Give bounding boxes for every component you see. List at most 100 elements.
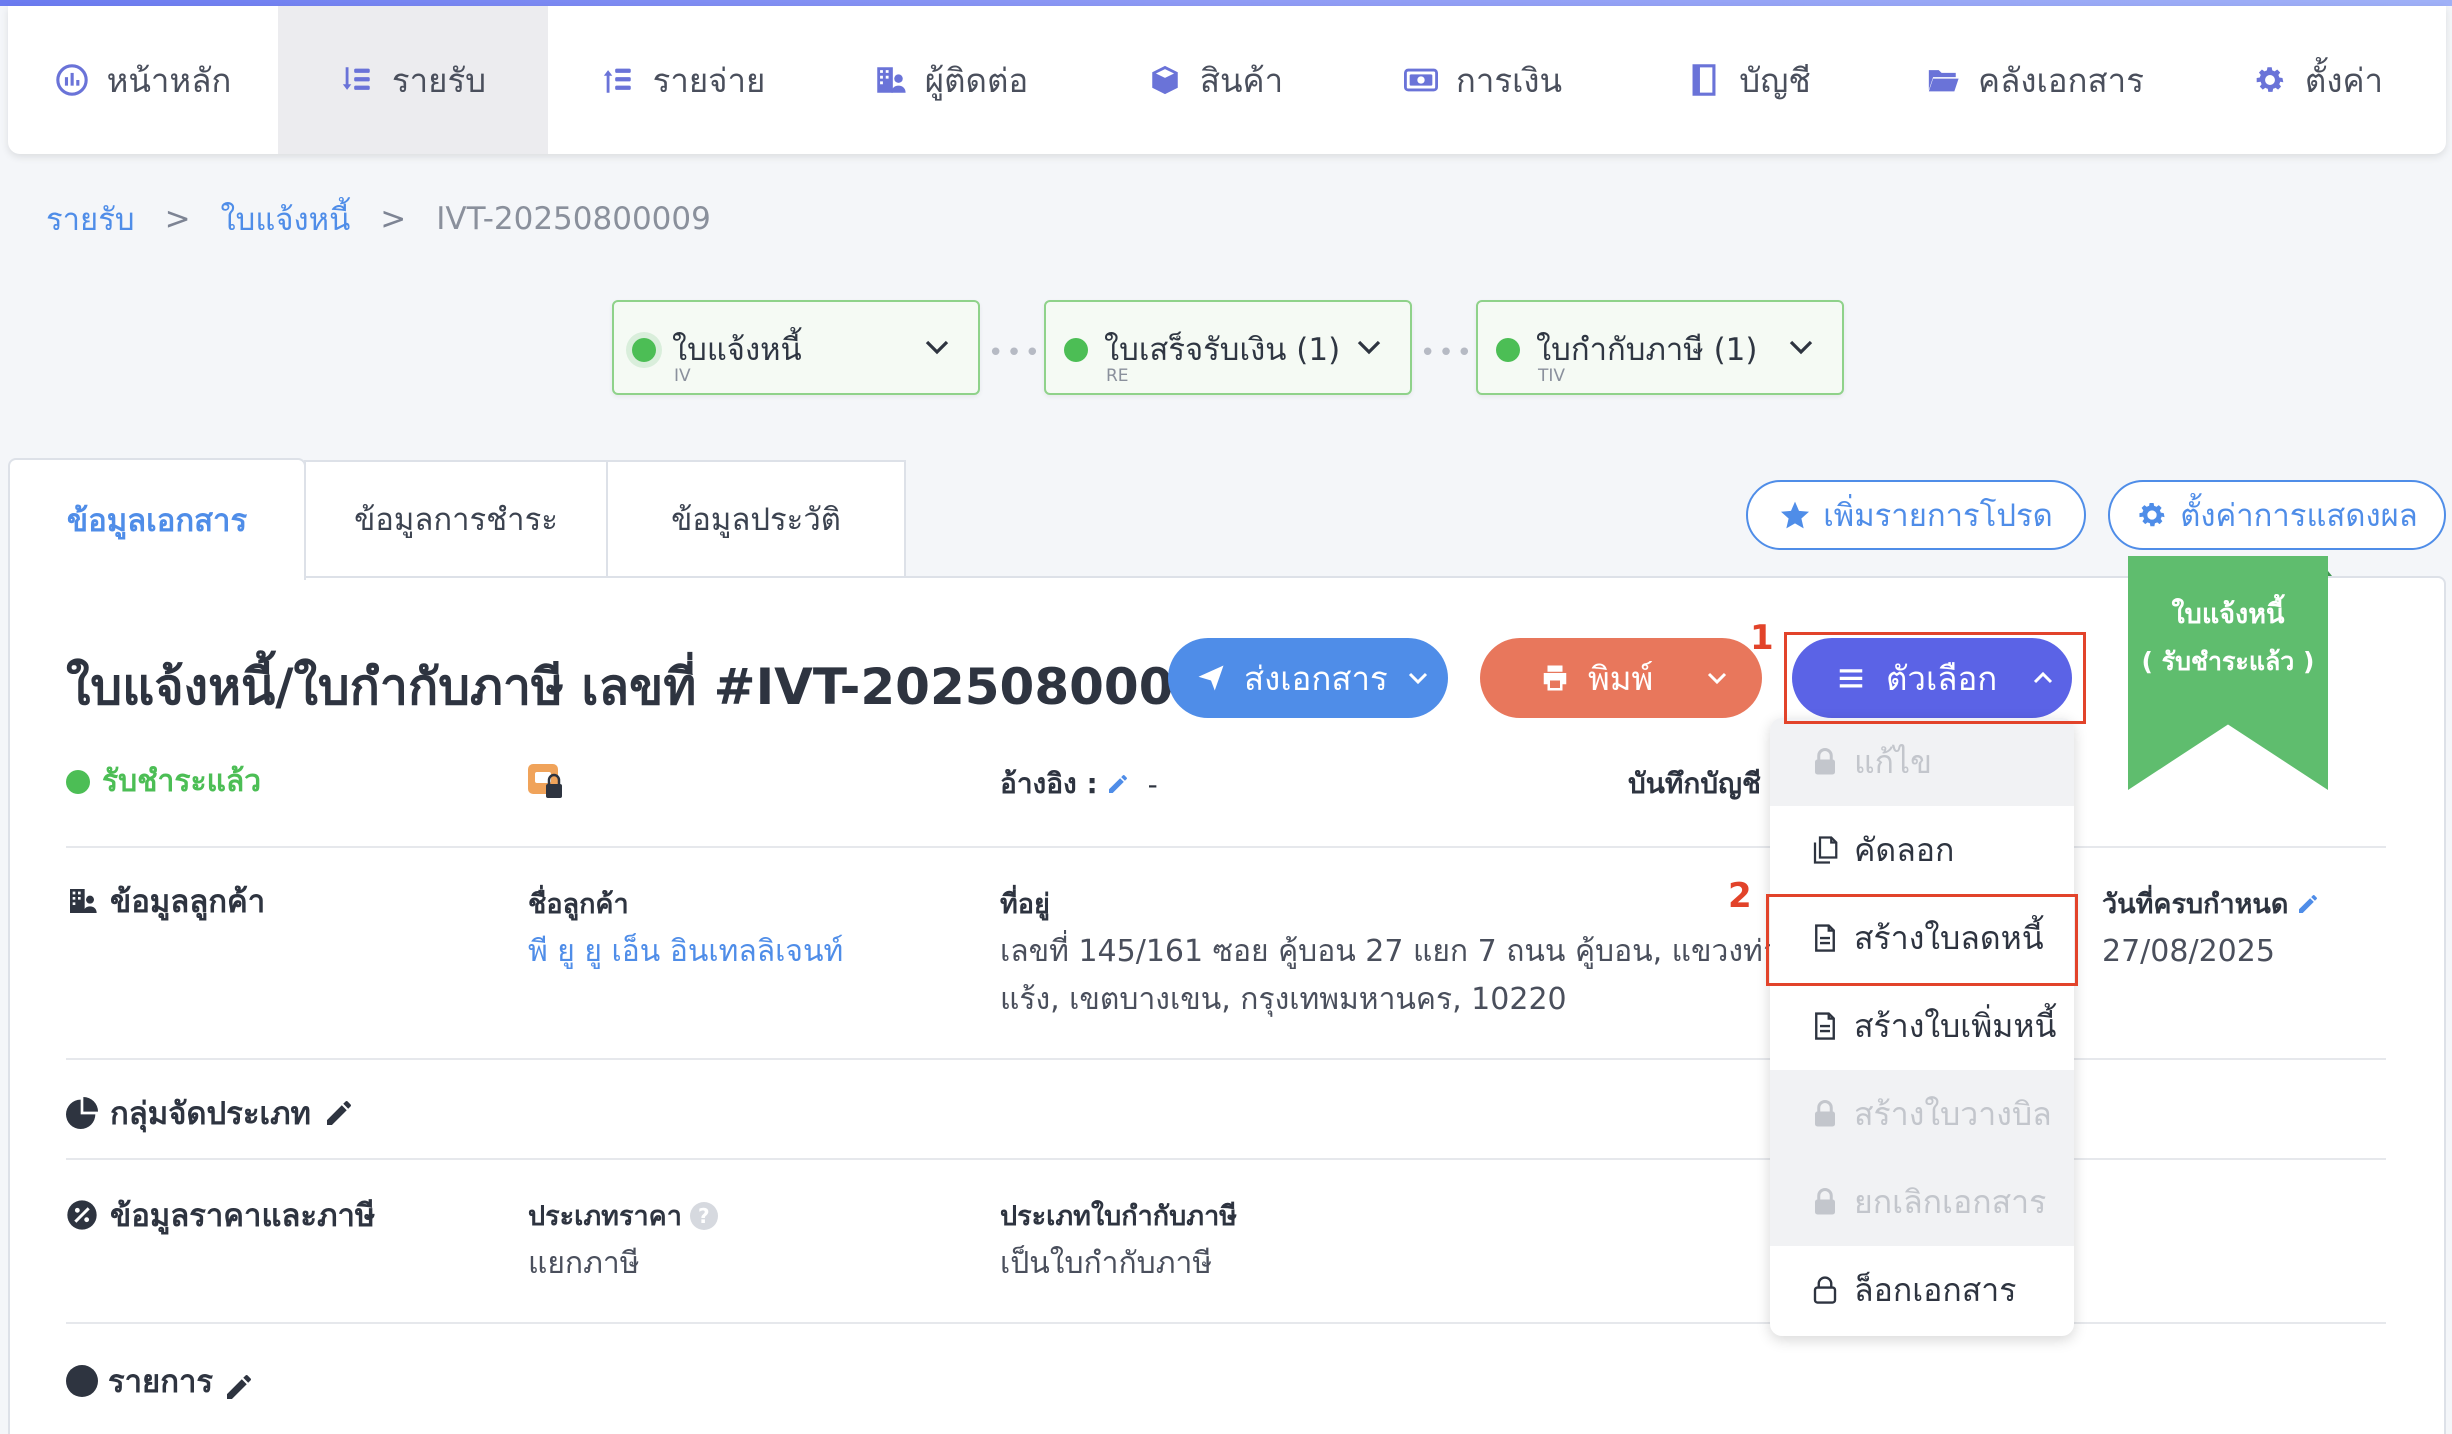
nav-item-contacts[interactable]: ผู้ติดต่อ: [818, 6, 1083, 154]
product-box-icon: [1148, 63, 1182, 97]
folder-icon: [1926, 63, 1960, 97]
status-badge: รับชำระแล้ว: [66, 758, 261, 805]
nav-item-income[interactable]: รายรับ: [278, 6, 548, 154]
paper-plane-icon: [1198, 665, 1224, 691]
print-label: พิมพ์: [1588, 658, 1654, 698]
menu-item-label: สร้างใบวางบิล: [1854, 1094, 2052, 1133]
circle-icon: [66, 1365, 98, 1397]
menu-item-label: คัดลอก: [1854, 830, 1955, 869]
breadcrumb: รายรับ > ใบแจ้งหนี้ > IVT-20250800009: [46, 194, 711, 244]
customer-name-link[interactable]: พี ยู ยู เอ็น อินเทลลิเจนท์: [528, 928, 843, 976]
nav-item-settings[interactable]: ตั้งค่า: [2190, 6, 2446, 154]
status-dot: [632, 338, 656, 362]
nav-item-finance[interactable]: การเงิน: [1348, 6, 1618, 154]
menu-item-label: ล็อกเอกสาร: [1854, 1270, 2017, 1309]
doc-flow-title: ใบแจ้งหนี้: [672, 332, 802, 368]
menu-item-lock-document[interactable]: ล็อกเอกสาร: [1770, 1246, 2074, 1334]
doc-flow-receipt[interactable]: ใบเสร็จรับเงิน (1) RE: [1044, 300, 1412, 395]
status-dot: [66, 769, 90, 794]
edit-pencil-icon[interactable]: [323, 1097, 355, 1129]
nav-label: รายรับ: [391, 60, 487, 100]
nav-label: สินค้า: [1199, 60, 1284, 100]
percent-badge-icon: [67, 1200, 97, 1230]
flow-connector: •••: [1420, 338, 1476, 368]
menu-item-copy[interactable]: คัดลอก: [1770, 806, 2074, 894]
address-line-2: แร้ง, เขตบางเขน, กรุงเทพมหานคร, 10220: [1000, 982, 1567, 1017]
tax-doc-type-label: ประเภทใบกำกับภาษี: [1000, 1201, 1238, 1232]
expense-icon: [601, 63, 635, 97]
options-button[interactable]: ตัวเลือก: [1792, 638, 2072, 718]
doc-flow-title: ใบกำกับภาษี (1): [1536, 332, 1758, 368]
income-icon: [340, 63, 374, 97]
nav-item-documents[interactable]: คลังเอกสาร: [1880, 6, 2190, 154]
tab-payment-info[interactable]: ข้อมูลการชำระ: [304, 460, 608, 578]
edit-pencil-icon[interactable]: [1106, 772, 1130, 796]
menu-item-create-credit-note[interactable]: สร้างใบลดหนี้: [1770, 894, 2074, 982]
lock-outline-icon: [1813, 1276, 1837, 1304]
menu-item-label: ยกเลิกเอกสาร: [1854, 1182, 2047, 1221]
display-settings-button[interactable]: ตั้งค่าการแสดงผล: [2108, 480, 2446, 550]
breadcrumb-income[interactable]: รายรับ: [46, 194, 135, 244]
menu-lines-icon: [1839, 669, 1863, 688]
document-title-text: ใบแจ้งหนี้/ใบกำกับภาษี เลขที่ #IVT-20250…: [66, 658, 1244, 716]
add-favorite-button[interactable]: เพิ่มรายการโปรด: [1746, 480, 2086, 550]
nav-label: บัญชี: [1739, 60, 1811, 100]
nav-label: การเงิน: [1455, 60, 1563, 100]
address-label: ที่อยู่: [1000, 889, 1050, 920]
doc-flow-tax-invoice[interactable]: ใบกำกับภาษี (1) TIV: [1476, 300, 1844, 395]
annotation-step-2: 2: [1728, 876, 1752, 916]
nav-item-dashboard[interactable]: หน้าหลัก: [8, 6, 278, 154]
nav-label: รายจ่าย: [652, 60, 766, 100]
building-contact-icon: [70, 889, 97, 913]
edit-pencil-icon[interactable]: [223, 1371, 255, 1403]
nav-item-accounting[interactable]: บัญชี: [1618, 6, 1880, 154]
star-icon: [1781, 501, 1810, 529]
copy-icon: [1813, 836, 1838, 864]
breadcrumb-invoice[interactable]: ใบแจ้งหนี้: [221, 194, 351, 244]
nav-label: หน้าหลัก: [106, 60, 232, 100]
chevron-down-icon: [925, 340, 949, 355]
tab-history[interactable]: ข้อมูลประวัติ: [606, 460, 906, 578]
doc-flow-code: RE: [1106, 366, 1129, 386]
items-section-label: รายการ: [108, 1364, 214, 1400]
menu-item-create-debit-note[interactable]: สร้างใบเพิ่มหนี้: [1770, 982, 2074, 1070]
chevron-down-icon[interactable]: [1705, 666, 1729, 690]
chevron-down-icon: [1789, 340, 1813, 355]
options-label: ตัวเลือก: [1886, 658, 1998, 698]
tab-document-info[interactable]: ข้อมูลเอกสาร: [8, 458, 306, 580]
locked-document-icon: [528, 764, 562, 798]
menu-item-label: แก้ไข: [1854, 742, 1932, 781]
dashboard-icon: [55, 63, 89, 97]
chevron-down-icon: [1357, 340, 1381, 355]
document-icon: [1815, 1012, 1835, 1040]
menu-item-label: สร้างใบเพิ่มหนี้: [1854, 1006, 2057, 1045]
page-title: ใบแจ้งหนี้/ใบกำกับภาษี เลขที่ #IVT-20250…: [66, 648, 1277, 727]
edit-pencil-icon[interactable]: [2296, 892, 2320, 916]
annotation-step-1: 1: [1750, 618, 1774, 658]
status-dot: [1064, 338, 1088, 362]
reference-value: -: [1147, 767, 1158, 801]
lock-icon: [1815, 1100, 1835, 1127]
breadcrumb-current: IVT-20250800009: [436, 201, 711, 237]
doc-flow-code: TIV: [1538, 366, 1566, 386]
customer-section-label: ข้อมูลลูกค้า: [110, 884, 266, 920]
send-document-button[interactable]: ส่งเอกสาร: [1168, 638, 1448, 718]
nav-item-expense[interactable]: รายจ่าย: [548, 6, 818, 154]
print-button[interactable]: พิมพ์: [1480, 638, 1762, 718]
menu-item-edit: แก้ไข: [1770, 718, 2074, 806]
due-date-label-text: วันที่ครบกำหนด: [2102, 889, 2289, 920]
display-settings-label: ตั้งค่าการแสดงผล: [2180, 498, 2418, 534]
doc-flow-invoice[interactable]: ใบแจ้งหนี้ IV: [612, 300, 980, 395]
breadcrumb-separator: >: [164, 201, 191, 237]
menu-item-cancel-document: ยกเลิกเอกสาร: [1770, 1158, 2074, 1246]
main-navbar: หน้าหลัก รายรับ รายจ่าย ผู้ติดต่อ สินค้า…: [8, 6, 2446, 154]
ribbon-status: ( รับชำระแล้ว ): [2141, 647, 2315, 676]
nav-item-products[interactable]: สินค้า: [1083, 6, 1348, 154]
help-icon[interactable]: ?: [689, 1201, 718, 1230]
price-type-value: แยกภาษี: [528, 1246, 640, 1281]
lock-icon: [1815, 748, 1835, 775]
options-dropdown-menu: แก้ไข คัดลอก สร้างใบลดหนี้ สร้างใบเพิ่มห…: [1770, 718, 2074, 1336]
category-section-title: กลุ่มจัดประเภท: [66, 1088, 355, 1138]
pie-chart-icon: [66, 1097, 98, 1129]
category-section-label: กลุ่มจัดประเภท: [110, 1096, 311, 1132]
